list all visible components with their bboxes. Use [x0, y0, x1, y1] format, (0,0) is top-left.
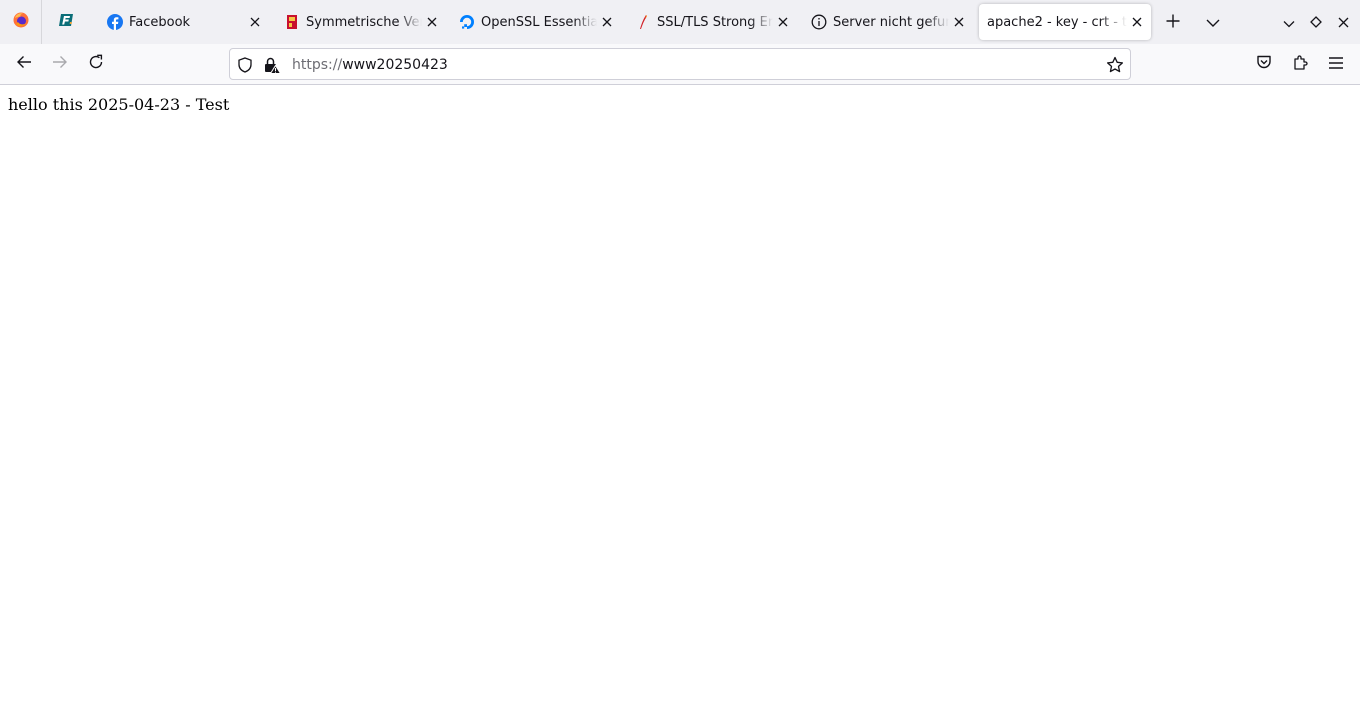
tab-openssl[interactable]: OpenSSL Essentials: [451, 4, 621, 40]
navigation-toolbar: https://www20250423: [0, 44, 1360, 84]
info-icon: [811, 14, 827, 30]
chevron-down-icon: [1283, 13, 1295, 32]
arrow-left-icon: [16, 54, 32, 74]
tab-title: OpenSSL Essentials: [481, 14, 597, 30]
close-tab-icon[interactable]: [773, 12, 793, 32]
tab-strip: Facebook Symmetrische Verschlüsselung: [0, 0, 1360, 44]
back-button[interactable]: [8, 48, 40, 80]
firefox-view-button[interactable]: [0, 0, 42, 44]
diamond-icon: [1310, 13, 1322, 32]
tab-pinned[interactable]: [44, 4, 88, 40]
window-close-button[interactable]: [1327, 4, 1359, 40]
digitalocean-icon: [459, 14, 475, 30]
hamburger-menu-icon: [1328, 55, 1344, 74]
url-bar[interactable]: https://www20250423: [229, 48, 1131, 80]
lock-warning-icon[interactable]: [263, 56, 281, 74]
page-text: hello this 2025-04-23 - Test: [8, 95, 230, 114]
tab-title: SSL/TLS Strong Encryption: [657, 14, 773, 30]
tab-ssl-tls[interactable]: SSL/TLS Strong Encryption: [627, 4, 797, 40]
close-icon: [1338, 13, 1349, 32]
tab-title: apache2 - key - crt - test: [987, 14, 1127, 30]
rail-app-icon: [58, 12, 74, 32]
pocket-icon: [1256, 54, 1272, 74]
tab-apache2-active[interactable]: apache2 - key - crt - test: [979, 4, 1151, 40]
tab-server-nicht-gefunden[interactable]: Server nicht gefunden: [803, 4, 973, 40]
forward-button[interactable]: [44, 48, 76, 80]
close-tab-icon[interactable]: [1127, 12, 1147, 32]
extensions-button[interactable]: [1284, 48, 1316, 80]
tab-title: Symmetrische Verschlüsselung: [306, 14, 422, 30]
app-menu-button[interactable]: [1320, 48, 1352, 80]
tab-symmetrische[interactable]: Symmetrische Verschlüsselung: [276, 4, 446, 40]
firefox-icon: [13, 12, 29, 32]
new-tab-button[interactable]: [1157, 4, 1189, 40]
url-text[interactable]: https://www20250423: [292, 56, 448, 74]
list-all-tabs-button[interactable]: [1197, 4, 1229, 40]
plus-icon: [1166, 13, 1180, 32]
url-scheme: https://: [292, 57, 343, 73]
apache-feather-icon: [635, 14, 651, 30]
url-host: www20250423: [342, 57, 448, 73]
shield-icon[interactable]: [236, 56, 254, 74]
close-tab-icon[interactable]: [949, 12, 969, 32]
bookmark-star-icon[interactable]: [1106, 56, 1124, 74]
page-content: hello this 2025-04-23 - Test: [0, 85, 1360, 724]
pocket-button[interactable]: [1248, 48, 1280, 80]
facebook-icon: [107, 14, 123, 30]
arrow-right-icon: [52, 54, 68, 74]
tab-title: Server nicht gefunden: [833, 14, 949, 30]
tab-title: Facebook: [129, 14, 191, 30]
reload-icon: [88, 54, 104, 74]
close-tab-icon[interactable]: [245, 12, 265, 32]
book-icon: [284, 14, 300, 30]
chevron-down-icon: [1206, 13, 1220, 32]
reload-button[interactable]: [80, 48, 112, 80]
puzzle-icon: [1292, 54, 1308, 74]
tab-facebook[interactable]: Facebook: [99, 4, 269, 40]
close-tab-icon[interactable]: [422, 12, 442, 32]
close-tab-icon[interactable]: [597, 12, 617, 32]
